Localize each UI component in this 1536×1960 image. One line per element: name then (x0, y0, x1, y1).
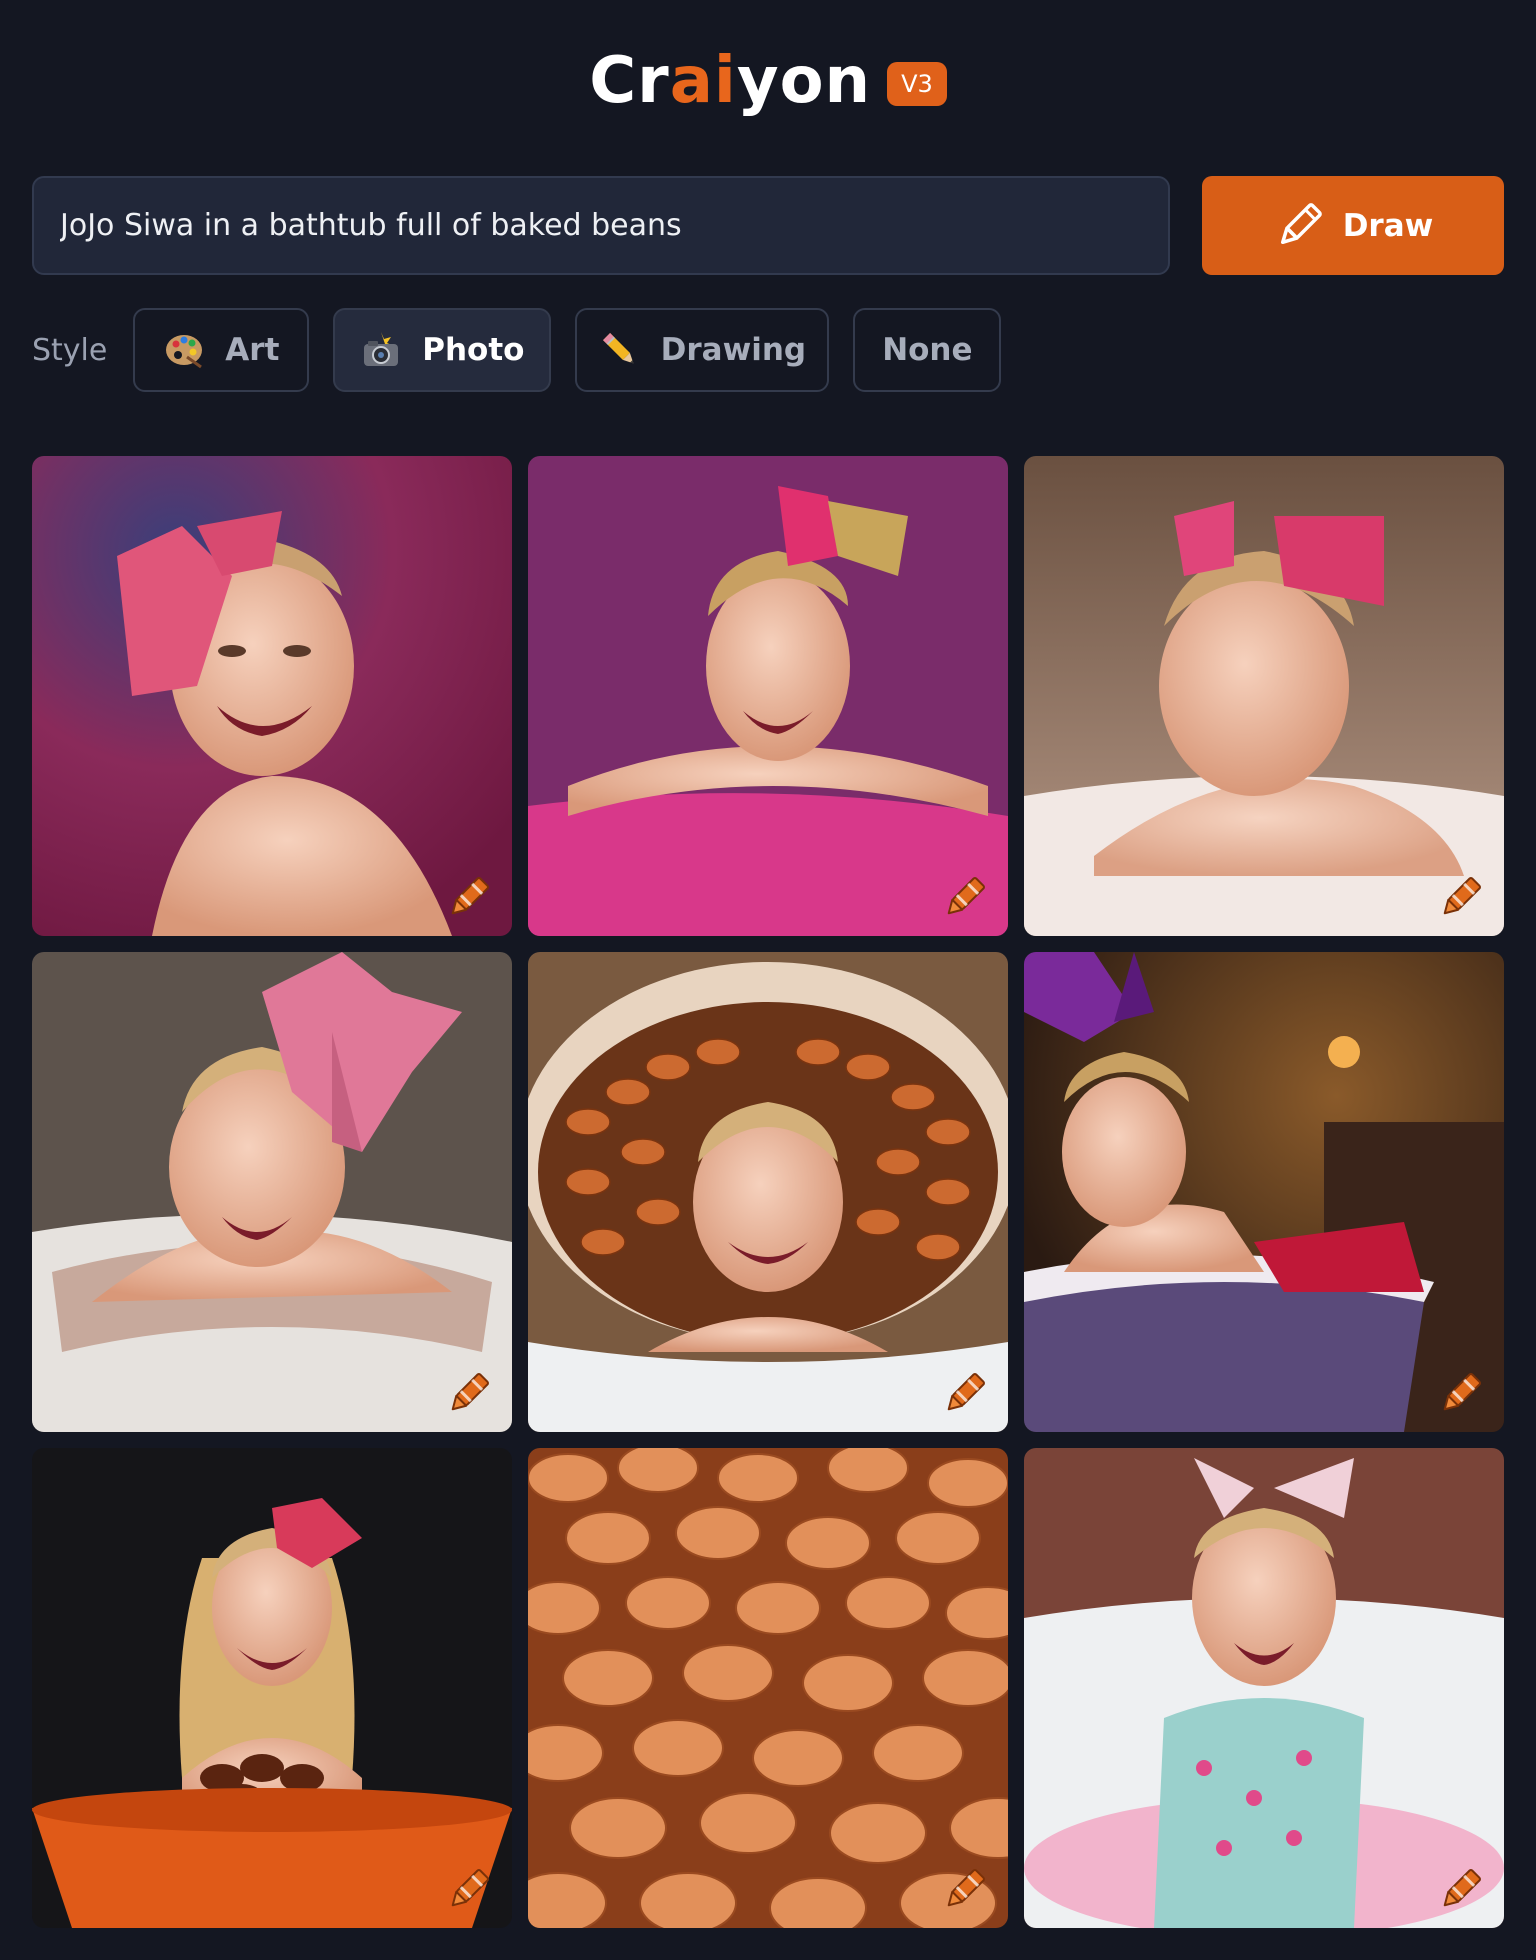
crayon-icon[interactable] (938, 870, 992, 924)
draw-button[interactable]: Draw (1202, 176, 1504, 275)
result-image[interactable] (528, 1448, 1008, 1928)
result-image[interactable] (528, 456, 1008, 936)
camera-flash-icon (364, 332, 399, 366)
result-image[interactable] (1024, 456, 1504, 936)
style-option-label: Drawing (660, 332, 807, 368)
generated-image (32, 1448, 512, 1928)
result-image[interactable] (32, 952, 512, 1432)
app-header: Craiyon V3 (0, 42, 1536, 120)
crayon-icon[interactable] (1434, 1862, 1488, 1916)
style-option-label: Art (225, 332, 280, 368)
result-image[interactable] (32, 456, 512, 936)
style-option-none[interactable]: None (853, 308, 1002, 392)
style-option-photo[interactable]: Photo (333, 308, 552, 392)
crayon-icon[interactable] (1434, 870, 1488, 924)
crayon-icon[interactable] (1434, 1366, 1488, 1420)
prompt-input[interactable] (60, 208, 1142, 243)
result-image[interactable] (32, 1448, 512, 1928)
version-badge: V3 (887, 62, 947, 106)
style-option-label: None (882, 332, 973, 368)
generated-image (528, 456, 1008, 936)
generated-image (1024, 952, 1504, 1432)
style-option-drawing[interactable]: Drawing (575, 308, 830, 392)
crayon-icon[interactable] (442, 1862, 496, 1916)
palette-icon (166, 335, 203, 369)
prompt-field[interactable] (32, 176, 1170, 275)
generated-image (1024, 1448, 1504, 1928)
generated-image (32, 456, 512, 936)
generated-image (32, 952, 512, 1432)
crayon-icon[interactable] (442, 870, 496, 924)
generated-image (1024, 456, 1504, 936)
craiyon-logo[interactable]: Craiyon (589, 49, 871, 113)
generated-image (528, 1448, 1008, 1928)
draw-button-label: Draw (1342, 207, 1434, 244)
generated-image (528, 952, 1008, 1432)
crayon-icon[interactable] (938, 1862, 992, 1916)
style-selector: Style Art Photo Drawing None (32, 308, 1025, 392)
style-option-label: Photo (422, 332, 525, 368)
crayon-icon[interactable] (938, 1366, 992, 1420)
result-image[interactable] (1024, 1448, 1504, 1928)
result-image[interactable] (528, 952, 1008, 1432)
style-label: Style (32, 332, 108, 368)
result-image[interactable] (1024, 952, 1504, 1432)
pencil-icon (602, 333, 634, 364)
style-option-art[interactable]: Art (133, 308, 310, 392)
crayon-icon[interactable] (442, 1366, 496, 1420)
pencil-icon (1280, 202, 1322, 244)
